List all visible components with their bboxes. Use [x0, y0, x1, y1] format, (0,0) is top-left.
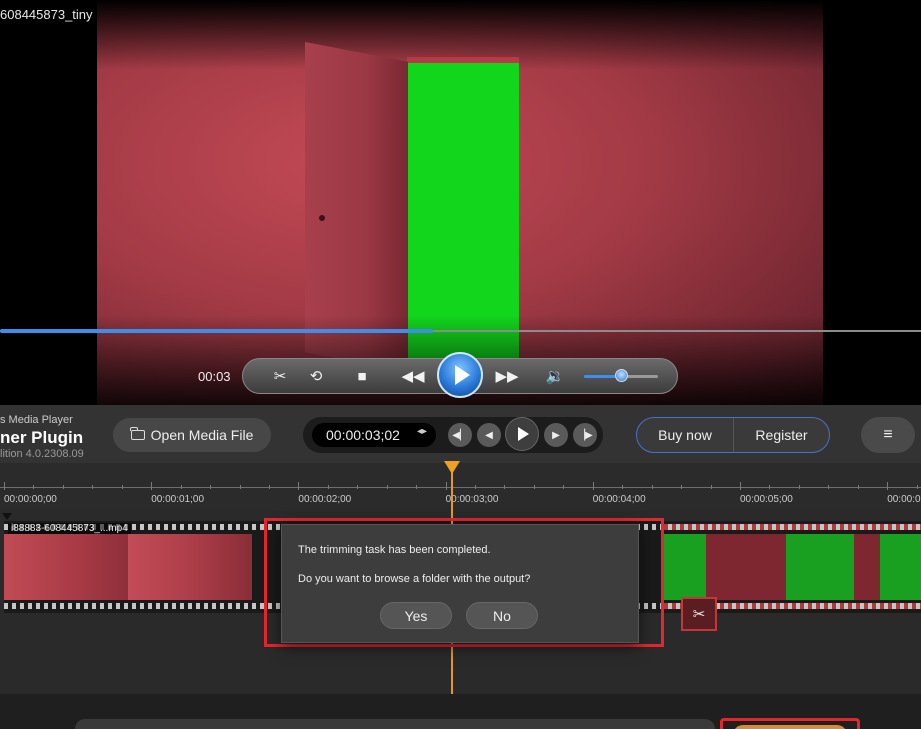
- ruler-minor-tick: [239, 485, 241, 489]
- ruler-minor-tick: [475, 485, 477, 489]
- ruler-minor-tick: [857, 485, 859, 489]
- bottom-track: [75, 719, 715, 729]
- ruler-minor-tick: [651, 485, 653, 489]
- register-button[interactable]: Register: [734, 418, 829, 452]
- ruler-major-tick: [151, 482, 153, 490]
- film-perforation-top-selected: [664, 524, 921, 530]
- ruler-minor-tick: [210, 485, 212, 489]
- ruler-major-tick: [445, 482, 447, 490]
- door-knob: [319, 215, 325, 221]
- ruler-minor-tick: [416, 485, 418, 489]
- open-media-file-button[interactable]: Open Media File: [113, 418, 271, 452]
- open-media-file-label: Open Media File: [150, 427, 254, 443]
- volume-level: [584, 375, 617, 378]
- play-icon: [454, 365, 470, 385]
- previous-frame-button[interactable]: ◀: [477, 423, 501, 447]
- buy-now-button[interactable]: Buy now: [637, 418, 734, 452]
- ruler-major-tick: [298, 482, 300, 490]
- brand-app-name: s Media Player: [0, 414, 73, 426]
- clip-name-label: i88883-608445873_...mp4: [8, 523, 131, 534]
- yes-button[interactable]: Yes: [380, 602, 452, 629]
- ruler-minor-tick: [563, 485, 565, 489]
- clip-thumbnail: [4, 534, 128, 600]
- ruler-minor-tick: [62, 485, 64, 489]
- folder-icon: [130, 427, 145, 440]
- ruler-tick-label: 00:00:03;00: [445, 494, 499, 505]
- ruler-baseline: [0, 487, 921, 488]
- ruler-minor-tick: [769, 485, 771, 489]
- ruler-minor-tick: [798, 485, 800, 489]
- ruler-tick-label: 00:00:01;00: [151, 494, 205, 505]
- ruler-tick-label: 00:00:0: [887, 494, 921, 505]
- switch-mode-icon[interactable]: ✂: [270, 366, 290, 386]
- brand-version: lition 4.0.2308.09: [0, 448, 84, 460]
- play-button[interactable]: [437, 352, 483, 398]
- menu-button[interactable]: ≡: [861, 417, 915, 453]
- next-frame-button[interactable]: ▶: [544, 423, 568, 447]
- ruler-tick-label: 00:00:05;00: [740, 494, 793, 505]
- start-marker-icon: [2, 513, 12, 520]
- time-readout: 00:03: [198, 369, 231, 384]
- timecode-spin-icon[interactable]: ◂▸: [417, 426, 427, 437]
- ruler-minor-tick: [33, 485, 35, 489]
- brand-plugin-name: ner Plugin: [0, 428, 84, 447]
- playhead-handle[interactable]: [444, 461, 460, 474]
- ruler-minor-tick: [121, 485, 123, 489]
- scissors-icon: ✂: [692, 606, 706, 623]
- ruler-major-tick: [887, 482, 889, 490]
- fast-forward-button[interactable]: ▶▶: [494, 366, 520, 386]
- no-button[interactable]: No: [466, 602, 538, 629]
- ruler-major-tick: [592, 482, 594, 490]
- timeline-play-button[interactable]: [505, 417, 539, 451]
- ruler-minor-tick: [180, 485, 182, 489]
- clip-thumbnail: [664, 534, 706, 600]
- clip-thumbnail: [706, 534, 786, 600]
- volume-knob[interactable]: [615, 369, 628, 382]
- clip-thumbnail: [786, 534, 854, 600]
- ruler-minor-tick: [681, 485, 683, 489]
- rewind-button[interactable]: ◀◀: [400, 366, 426, 386]
- clip-thumbnail: [128, 534, 252, 600]
- play-icon: [518, 427, 529, 441]
- ruler-minor-tick: [828, 485, 830, 489]
- seek-progress: [0, 329, 433, 333]
- ruler-major-tick: [740, 482, 741, 490]
- ruler-minor-tick: [622, 485, 624, 489]
- hamburger-menu-icon: ≡: [883, 426, 893, 443]
- export-button[interactable]: [720, 718, 860, 729]
- dialog-message-completed: The trimming task has been completed.: [298, 544, 491, 556]
- ruler-minor-tick: [357, 485, 359, 489]
- video-title: 608445873_tiny: [0, 7, 93, 22]
- video-area[interactable]: 608445873_tiny 00:03 ✂ ⟲ ■ ◀◀ ▶▶ 🔉: [0, 0, 921, 405]
- ruler-tick-label: 00:00:02;00: [298, 494, 352, 505]
- stop-button[interactable]: ■: [352, 366, 372, 386]
- video-frame: [97, 0, 823, 405]
- go-to-start-button[interactable]: ◀▏: [448, 423, 472, 447]
- dialog-message-browse: Do you want to browse a folder with the …: [298, 573, 531, 585]
- ruler-minor-tick: [386, 485, 388, 489]
- ruler-minor-tick: [268, 485, 270, 489]
- ruler-major-tick: [4, 482, 5, 490]
- ruler-tick-label: 00:00:00;00: [4, 494, 57, 505]
- repeat-icon[interactable]: ⟲: [306, 366, 326, 386]
- cut-marker-button[interactable]: ✂: [681, 597, 717, 631]
- ruler-minor-tick: [92, 485, 94, 489]
- clip-thumbnail: [854, 534, 880, 600]
- ruler-minor-tick: [327, 485, 329, 489]
- ruler-minor-tick: [533, 485, 535, 489]
- ruler-minor-tick: [916, 485, 918, 489]
- green-screen: [408, 63, 519, 368]
- volume-icon[interactable]: 🔉: [545, 366, 565, 386]
- clip-thumbnail: [880, 534, 921, 600]
- ruler-tick-label: 00:00:04;00: [592, 494, 646, 505]
- door-leaf: [305, 42, 408, 372]
- ruler-minor-tick: [504, 485, 506, 489]
- go-to-end-button[interactable]: ▕▶: [573, 423, 597, 447]
- ruler-minor-tick: [710, 485, 712, 489]
